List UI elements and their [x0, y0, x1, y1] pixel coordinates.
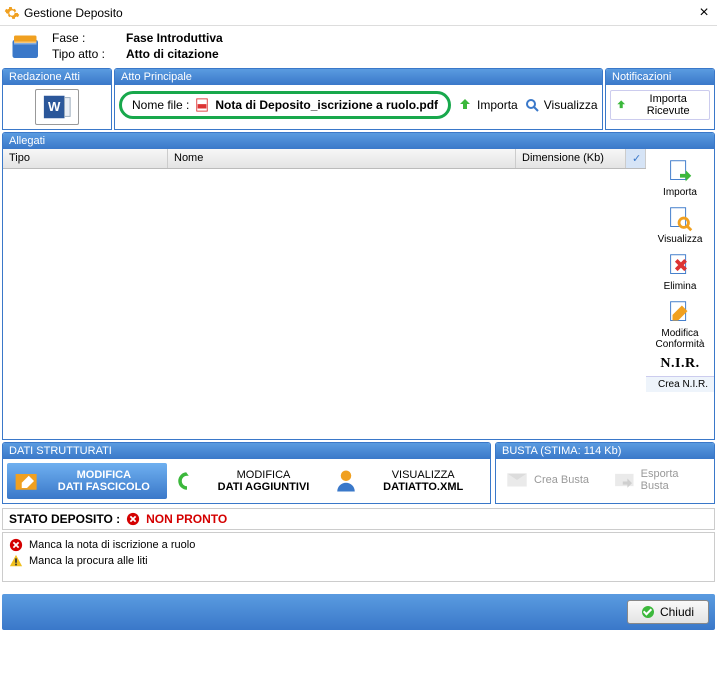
gear-icon	[4, 5, 20, 21]
panel-busta-title: BUSTA (STIMA: 114 Kb)	[496, 443, 714, 459]
error-icon	[126, 512, 140, 526]
allegati-tbody	[3, 169, 646, 439]
person-icon	[332, 467, 360, 495]
chiudi-button[interactable]: Chiudi	[627, 600, 709, 624]
tipo-value: Atto di citazione	[126, 47, 219, 61]
edit-icon	[665, 298, 695, 328]
panel-redazione: Redazione Atti W	[2, 68, 112, 130]
side-importa-button[interactable]: Importa	[646, 155, 714, 200]
delete-icon	[665, 251, 695, 281]
importa-ricevute-button[interactable]: Importa Ricevute	[610, 90, 710, 120]
allegati-table: Tipo Nome Dimensione (Kb) ✓	[3, 149, 646, 439]
visualizza-button[interactable]: Visualizza	[524, 97, 598, 113]
deposit-icon	[8, 28, 44, 64]
modifica-fascicolo-button[interactable]: MODIFICADATI FASCICOLO	[7, 463, 167, 499]
nomefile-display: Nome file : Nota di Deposito_iscrizione …	[119, 91, 451, 119]
col-nome[interactable]: Nome	[168, 149, 516, 168]
panel-dati-title: DATI STRUTTURATI	[3, 443, 490, 459]
allegati-toolbar: Importa Visualizza Elimina Modifica Conf…	[646, 149, 714, 439]
side-elimina-button[interactable]: Elimina	[646, 249, 714, 294]
nomefile-value: Nota di Deposito_iscrizione a ruolo.pdf	[215, 98, 438, 112]
close-button[interactable]: ×	[695, 4, 713, 22]
titlebar: Gestione Deposito ×	[0, 0, 717, 26]
refresh-icon	[173, 467, 201, 495]
view-icon	[524, 97, 540, 113]
side-nir-button[interactable]: N.I.R.	[646, 354, 714, 374]
check-icon	[642, 606, 654, 618]
modifica-aggiuntivi-button[interactable]: MODIFICADATI AGGIUNTIVI	[167, 463, 327, 499]
panel-notificazioni: Notificazioni Importa Ricevute	[605, 68, 715, 130]
panel-allegati: Allegati Tipo Nome Dimensione (Kb) ✓ Imp…	[2, 132, 715, 440]
import-icon	[615, 98, 627, 112]
window-title: Gestione Deposito	[24, 6, 695, 20]
nomefile-label: Nome file :	[132, 98, 189, 112]
panel-principale-title: Atto Principale	[115, 69, 602, 85]
msg-warning: Manca la procura alle liti	[9, 553, 708, 569]
warning-icon	[9, 554, 23, 568]
messages-box: Manca la nota di iscrizione a ruolo Manc…	[2, 532, 715, 582]
crea-nir-label: Crea N.I.R.	[646, 376, 714, 392]
col-check[interactable]: ✓	[626, 149, 646, 168]
panel-atto-principale: Atto Principale Nome file : Nota di Depo…	[114, 68, 603, 130]
envelope-icon	[504, 467, 530, 493]
panel-allegati-title: Allegati	[3, 133, 714, 149]
visualizza-xml-button[interactable]: VISUALIZZADATIATTO.XML	[326, 463, 486, 499]
status-bar: STATO DEPOSITO : NON PRONTO	[2, 508, 715, 530]
panel-busta: BUSTA (STIMA: 114 Kb) Crea Busta Esporta…	[495, 442, 715, 504]
import-icon	[457, 97, 473, 113]
panel-notificazioni-title: Notificazioni	[606, 69, 714, 85]
nir-icon: N.I.R.	[660, 356, 699, 372]
fase-value: Fase Introduttiva	[126, 31, 223, 45]
col-tipo[interactable]: Tipo	[3, 149, 168, 168]
msg-error: Manca la nota di iscrizione a ruolo	[9, 537, 708, 553]
stato-deposito-value: NON PRONTO	[146, 512, 227, 526]
svg-text:W: W	[48, 99, 61, 114]
panel-dati-strutturati: DATI STRUTTURATI MODIFICADATI FASCICOLO …	[2, 442, 491, 504]
header-info: Fase : Fase Introduttiva Tipo atto : Atto …	[0, 26, 717, 66]
col-dimensione[interactable]: Dimensione (Kb)	[516, 149, 626, 168]
side-modifica-button[interactable]: Modifica Conformità	[646, 296, 714, 352]
stato-deposito-label: STATO DEPOSITO :	[9, 512, 120, 526]
tipo-label: Tipo atto :	[52, 47, 120, 61]
import-file-icon	[665, 157, 695, 187]
importa-button[interactable]: Importa	[457, 97, 518, 113]
pdf-icon	[195, 98, 209, 112]
folder-edit-icon	[13, 467, 41, 495]
search-icon	[665, 204, 695, 234]
crea-busta-button[interactable]: Crea Busta	[500, 463, 602, 497]
envelope-export-icon	[612, 467, 637, 493]
panel-redazione-title: Redazione Atti	[3, 69, 111, 85]
footer: Chiudi	[2, 594, 715, 630]
fase-label: Fase :	[52, 31, 120, 45]
word-button[interactable]: W	[35, 89, 79, 125]
side-visualizza-button[interactable]: Visualizza	[646, 202, 714, 247]
esporta-busta-button[interactable]: Esporta Busta	[608, 463, 710, 497]
error-icon	[9, 538, 23, 552]
